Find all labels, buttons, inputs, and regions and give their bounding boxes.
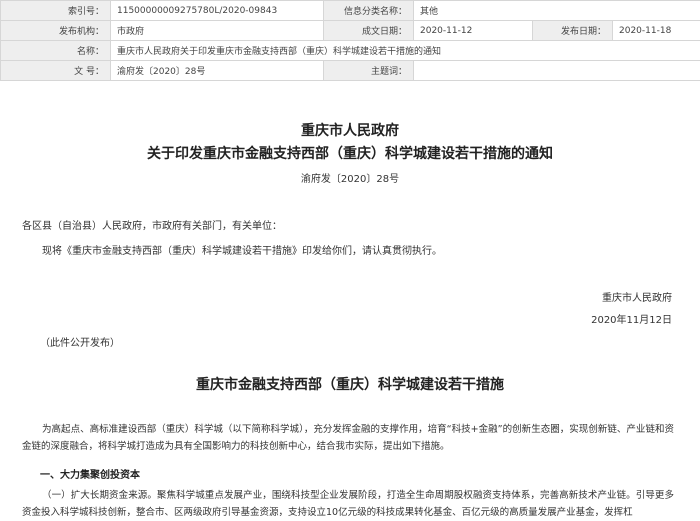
document-title-issuer: 重庆市人民政府	[0, 120, 700, 140]
signing-date: 2020年11月12日	[591, 311, 672, 326]
issuer-value: 市政府	[111, 21, 324, 41]
signer: 重庆市人民政府	[602, 289, 672, 304]
item-1-paragraph: （一）扩大长期资金来源。聚焦科学城重点发展产业，围绕科技型企业发展阶段，打造全生…	[22, 487, 674, 521]
measures-title: 重庆市金融支持西部（重庆）科学城建设若干措施	[0, 374, 700, 394]
issuer-label: 发布机构：	[1, 21, 111, 41]
index-label: 索引号：	[1, 1, 111, 21]
section-heading-1: 一、大力集聚创投资本	[40, 466, 140, 481]
body-line: 现将《重庆市金融支持西部（重庆）科学城建设若干措施》印发给你们，请认真贯彻执行。	[42, 242, 442, 257]
category-label: 信息分类名称：	[324, 1, 414, 21]
published-date-label: 发布日期：	[533, 21, 613, 41]
public-note: （此件公开发布）	[40, 334, 120, 349]
subject-label: 主题词：	[324, 61, 414, 81]
salutation: 各区县（自治县）人民政府，市政府有关部门，有关单位：	[22, 217, 282, 232]
published-date-value: 2020-11-18	[613, 21, 700, 41]
document-title: 关于印发重庆市金融支持西部（重庆）科学城建设若干措施的通知	[0, 143, 700, 163]
doc-number-value: 渝府发〔2020〕28号	[111, 61, 324, 81]
created-date-label: 成文日期：	[324, 21, 414, 41]
intro-paragraph: 为高起点、高标准建设西部（重庆）科学城（以下简称科学城），充分发挥金融的支撑作用…	[22, 421, 674, 455]
name-value: 重庆市人民政府关于印发重庆市金融支持西部（重庆）科学城建设若干措施的通知	[111, 41, 700, 61]
created-date-value: 2020-11-12	[414, 21, 533, 41]
category-value: 其他	[414, 1, 700, 21]
document-meta-table: 索引号： 11500000009275780L/2020-09843 信息分类名…	[0, 0, 700, 81]
subject-value	[414, 61, 700, 81]
name-label: 名称：	[1, 41, 111, 61]
doc-number-label: 文 号：	[1, 61, 111, 81]
index-value: 11500000009275780L/2020-09843	[111, 1, 324, 21]
document-number: 渝府发〔2020〕28号	[0, 170, 700, 185]
